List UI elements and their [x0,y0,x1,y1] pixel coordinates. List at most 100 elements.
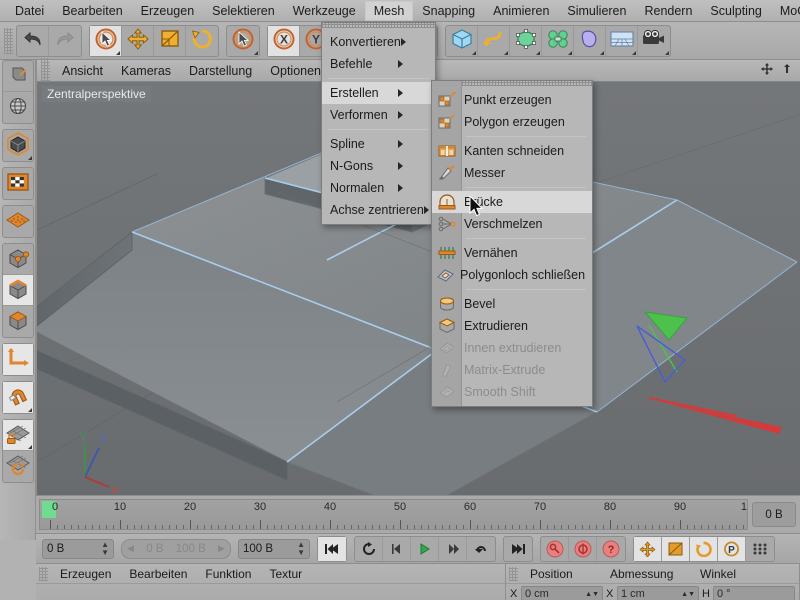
dropdown-corner-icon[interactable] [116,50,120,55]
timeline-current-frame[interactable]: 0 B [752,502,796,527]
material-menu-textur[interactable]: Textur [260,566,311,582]
mesh-menu-item-achse-zentrieren[interactable]: Achse zentrieren [322,199,435,221]
dropdown-corner-icon[interactable] [27,445,32,449]
timeline-ruler[interactable]: 0 10 20 30 40 50 60 70 80 90 100 [39,499,748,530]
parameter-key-button[interactable]: P [718,536,746,561]
generator-button[interactable] [510,25,542,56]
rotate-view-icon[interactable] [780,62,794,79]
erstellen-item-bevel[interactable]: Bevel [432,293,592,315]
stepper-icon[interactable]: ▲▼ [585,591,599,598]
material-menu-funktion[interactable]: Funktion [196,566,260,582]
environment-button[interactable] [574,25,606,56]
spline-button[interactable] [478,25,510,56]
scale-key-button[interactable] [662,536,690,561]
dropdown-corner-icon[interactable] [504,50,508,55]
polygons-mode-button[interactable] [3,306,33,337]
deformer-button[interactable] [542,25,574,56]
mesh-menu-item-erstellen[interactable]: Erstellen [322,82,435,104]
axis-mode-button[interactable] [2,344,33,375]
mesh-menu-item-normalen[interactable]: Normalen [322,177,435,199]
texture-mode-button[interactable] [3,168,33,199]
coord-position-x-field[interactable]: 0 cm ▲▼ [521,586,603,600]
points-mode-button[interactable] [2,244,33,275]
menu-item-sculpting[interactable]: Sculpting [701,1,770,21]
step-forward-button[interactable] [439,536,467,561]
erstellen-item-kanten-schneiden[interactable]: Kanten schneiden [432,140,592,162]
dropdown-corner-icon[interactable] [665,50,669,55]
erstellen-item-brücke[interactable]: Brücke [432,191,592,213]
menu-item-animieren[interactable]: Animieren [484,1,558,21]
redo-button[interactable] [49,26,81,56]
mesh-menu-item-verformen[interactable]: Verformen [322,104,435,126]
lock-workplane-button[interactable] [2,420,33,451]
menu-grip[interactable] [322,23,435,28]
dropdown-corner-icon[interactable] [254,50,258,55]
dropdown-corner-icon[interactable] [536,50,540,55]
coord-size-x-field[interactable]: 1 cm ▲▼ [617,586,699,600]
workplane-rotate-button[interactable] [3,451,33,482]
erstellen-item-punkt-erzeugen[interactable]: Punkt erzeugen [432,89,592,111]
menu-item-erzeugen[interactable]: Erzeugen [132,1,204,21]
position-key-button[interactable] [634,536,662,561]
cube-primitive-button[interactable] [446,25,478,56]
scale-tool[interactable] [154,25,186,56]
dropdown-corner-icon[interactable] [632,50,636,55]
end-frame-field[interactable]: 100 B ▲ ▼ [238,538,310,559]
pla-key-button[interactable] [746,537,774,561]
go-to-start-button[interactable] [318,536,346,561]
stepper-icon[interactable]: ▲▼ [681,591,695,598]
viewport-menu-kameras[interactable]: Kameras [112,62,180,80]
play-button[interactable] [411,536,439,561]
erstellen-item-messer[interactable]: Messer [432,162,592,184]
go-to-end-button[interactable] [504,537,532,561]
material-menu-erzeugen[interactable]: Erzeugen [51,566,120,582]
model-mode-button[interactable] [3,130,33,161]
coordinates-panel-grip[interactable] [509,566,518,581]
material-panel-grip[interactable] [39,566,48,581]
loop-button[interactable] [355,536,383,561]
menu-item-selektieren[interactable]: Selektieren [203,1,284,21]
record-keyframe-button[interactable] [541,536,569,561]
menu-item-werkzeuge[interactable]: Werkzeuge [284,1,365,21]
mesh-menu-item-befehle[interactable]: Befehle [322,53,435,75]
workplane-mode-button[interactable] [3,206,33,237]
floor-button[interactable] [606,25,638,56]
menu-item-snapping[interactable]: Snapping [413,1,484,21]
stepper-icon[interactable]: ▲▼ [101,540,109,557]
start-frame-field[interactable]: 0 B ▲ ▼ [42,538,114,559]
rotate-tool[interactable] [186,26,218,56]
erstellen-item-extrudieren[interactable]: Extrudieren [432,315,592,337]
stepper-icon[interactable]: ▲▼ [297,540,305,557]
global-local-button[interactable] [3,92,33,123]
range-right-arrow-icon[interactable]: ▶ [218,543,225,554]
viewport-menu-ansicht[interactable]: Ansicht [53,62,112,80]
make-editable-button[interactable] [2,61,33,92]
erstellen-item-matrix-extrude[interactable]: Matrix-Extrude [432,359,592,381]
erstellen-item-polygon-erzeugen[interactable]: Polygon erzeugen [432,111,592,133]
menu-item-mograph[interactable]: MoGraph [771,1,800,21]
material-menu-bearbeiten[interactable]: Bearbeiten [120,566,196,582]
mesh-menu-item-konvertieren[interactable]: Konvertieren [322,31,435,53]
menu-item-bearbeiten[interactable]: Bearbeiten [53,1,131,21]
rotation-key-button[interactable] [690,536,718,561]
undo-button[interactable] [17,25,49,56]
erstellen-item-innen-extrudieren[interactable]: Innen extrudieren [432,337,592,359]
dropdown-corner-icon[interactable] [27,156,32,160]
menu-item-simulieren[interactable]: Simulieren [558,1,635,21]
live-selection-tool[interactable] [90,25,122,56]
range-left-arrow-icon[interactable]: ◀ [127,543,134,554]
selection-tool-alt[interactable] [227,26,259,56]
menu-item-datei[interactable]: Datei [6,1,53,21]
dropdown-corner-icon[interactable] [568,50,572,55]
dropdown-corner-icon[interactable] [600,50,604,55]
move-tool[interactable] [122,25,154,56]
dropdown-corner-icon[interactable] [472,50,476,55]
coord-angle-h-field[interactable]: 0 ° [713,586,795,600]
mesh-menu-item-n-gons[interactable]: N-Gons [322,155,435,177]
snap-button[interactable] [2,382,33,413]
viewport-menu-optionen[interactable]: Optionen [261,62,330,80]
menu-item-rendern[interactable]: Rendern [635,1,701,21]
menu-item-mesh[interactable]: Mesh [364,0,414,21]
play-back-button[interactable] [383,536,411,561]
keyframe-help-button[interactable]: ? [597,537,625,561]
